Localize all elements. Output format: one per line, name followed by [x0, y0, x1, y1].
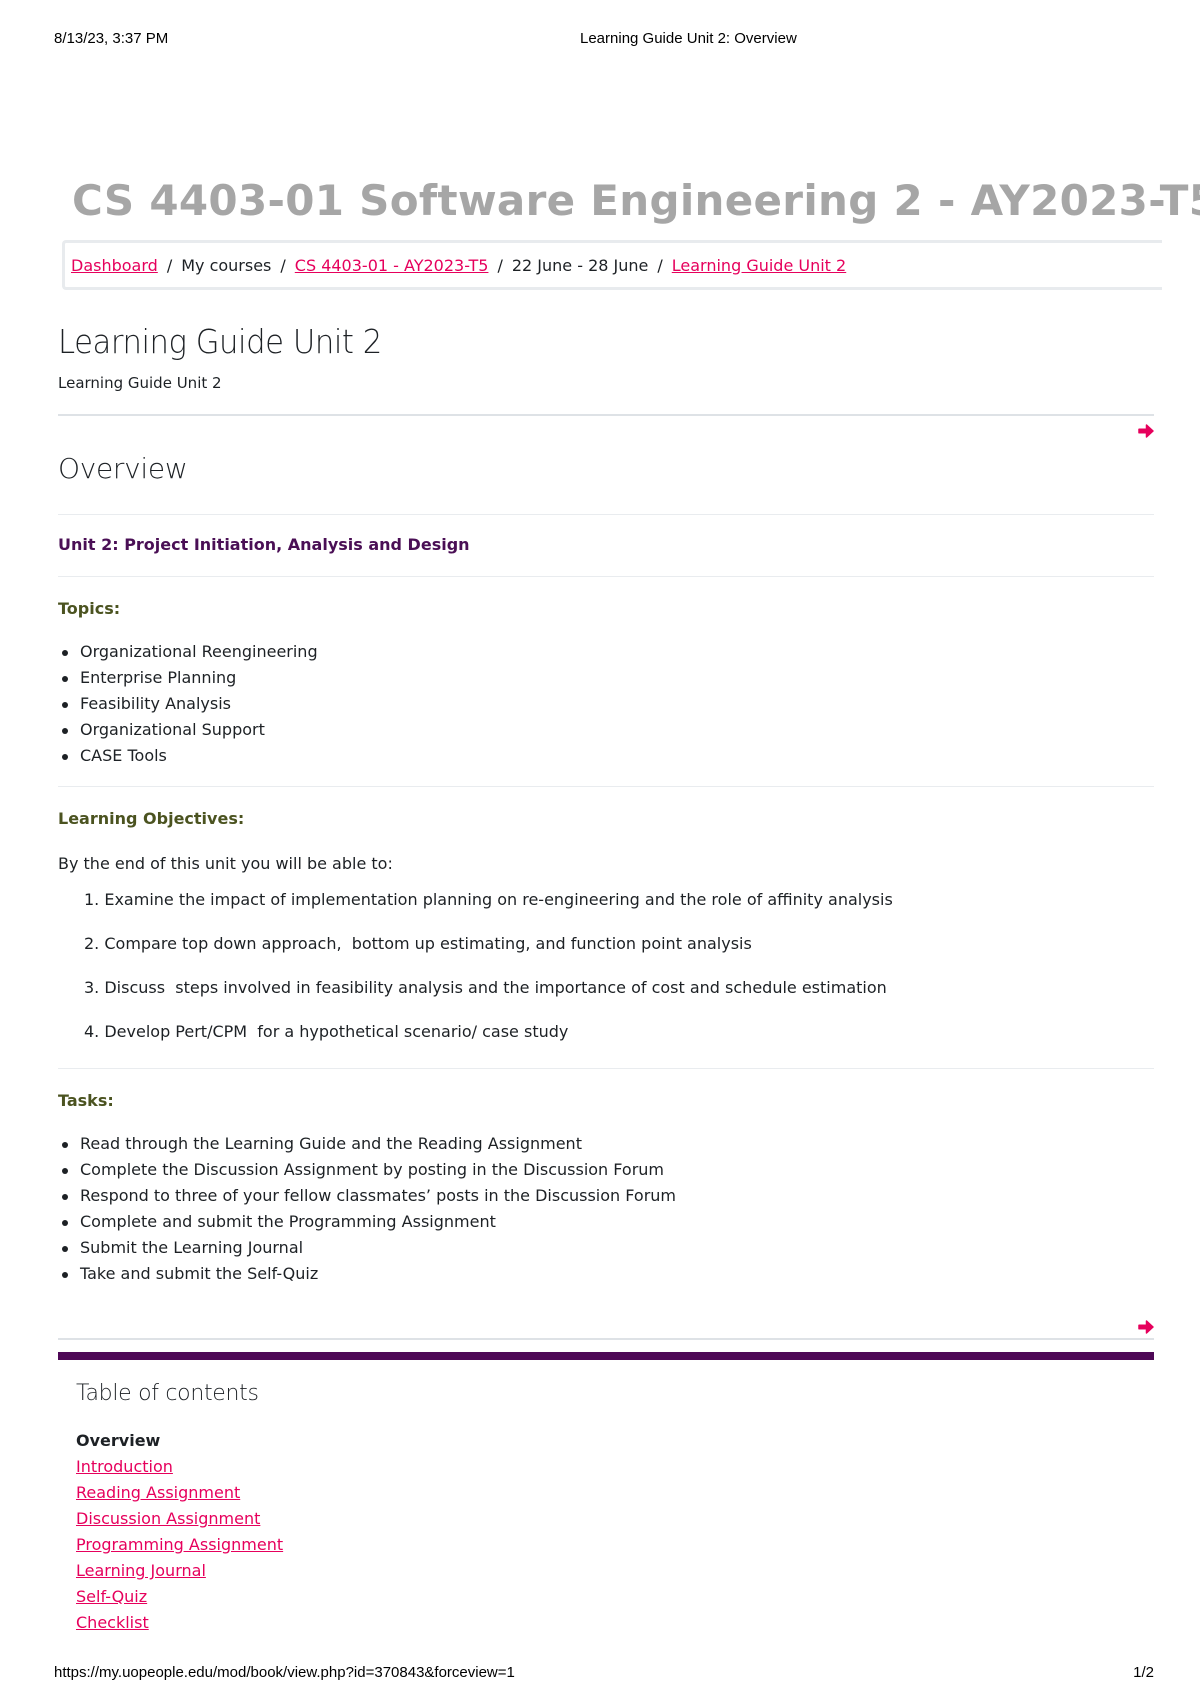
- print-url: https://my.uopeople.edu/mod/book/view.ph…: [54, 1664, 515, 1681]
- divider: [58, 414, 1154, 416]
- objective-item: 4. Develop Pert/CPM for a hypothetical s…: [84, 1022, 569, 1041]
- tasks-list: Read through the Learning Guide and the …: [58, 1131, 676, 1287]
- topic-item: Enterprise Planning: [58, 665, 318, 691]
- objective-item: 1. Examine the impact of implementation …: [84, 890, 893, 909]
- print-datetime: 8/13/23, 3:37 PM: [54, 30, 169, 47]
- toc-link-discussion-assignment[interactable]: Discussion Assignment: [76, 1506, 283, 1532]
- chapter-title: Overview: [58, 452, 188, 485]
- breadcrumb: Dashboard / My courses / CS 4403-01 - AY…: [62, 240, 1162, 290]
- toc-list: Overview Introduction Reading Assignment…: [76, 1428, 283, 1636]
- breadcrumb-separator: /: [166, 255, 173, 275]
- unit-title: Unit 2: Project Initiation, Analysis and…: [58, 535, 470, 554]
- toc-link-introduction[interactable]: Introduction: [76, 1454, 283, 1480]
- tasks-heading: Tasks:: [58, 1091, 114, 1110]
- task-item: Respond to three of your fellow classmat…: [58, 1183, 676, 1209]
- toc-link-checklist[interactable]: Checklist: [76, 1610, 283, 1636]
- topic-item: Organizational Support: [58, 717, 318, 743]
- toc-item-current: Overview: [76, 1431, 161, 1450]
- objective-item: 3. Discuss steps involved in feasibility…: [84, 978, 887, 997]
- task-item: Read through the Learning Guide and the …: [58, 1131, 676, 1157]
- print-header: 8/13/23, 3:37 PM Learning Guide Unit 2: …: [0, 30, 1200, 50]
- arrow-right-icon: [1138, 1320, 1154, 1334]
- page-title: Learning Guide Unit 2: [58, 322, 382, 361]
- toc-link-reading-assignment[interactable]: Reading Assignment: [76, 1480, 283, 1506]
- task-item: Complete and submit the Programming Assi…: [58, 1209, 676, 1235]
- objectives-heading: Learning Objectives:: [58, 809, 245, 828]
- topic-item: CASE Tools: [58, 743, 318, 769]
- objective-item: 2. Compare top down approach, bottom up …: [84, 934, 752, 953]
- breadcrumb-week: 22 June - 28 June: [511, 255, 649, 275]
- print-footer: https://my.uopeople.edu/mod/book/view.ph…: [0, 1664, 1200, 1684]
- task-item: Complete the Discussion Assignment by po…: [58, 1157, 676, 1183]
- print-page-number: 1/2: [1133, 1664, 1154, 1681]
- course-title: CS 4403-01 Software Engineering 2 - AY20…: [72, 176, 1200, 225]
- task-item: Submit the Learning Journal: [58, 1235, 676, 1261]
- breadcrumb-learning-guide[interactable]: Learning Guide Unit 2: [672, 256, 846, 275]
- breadcrumb-course[interactable]: CS 4403-01 - AY2023-T5: [295, 256, 489, 275]
- objectives-intro: By the end of this unit you will be able…: [58, 854, 393, 873]
- arrow-right-icon: [1138, 424, 1154, 438]
- next-chapter-button-bottom[interactable]: [1137, 1318, 1155, 1336]
- topics-list: Organizational Reengineering Enterprise …: [58, 639, 318, 769]
- breadcrumb-my-courses: My courses: [181, 255, 272, 275]
- topics-heading: Topics:: [58, 599, 121, 618]
- toc-link-programming-assignment[interactable]: Programming Assignment: [76, 1532, 283, 1558]
- task-item: Take and submit the Self-Quiz: [58, 1261, 676, 1287]
- breadcrumb-separator: /: [497, 255, 503, 275]
- topic-item: Feasibility Analysis: [58, 691, 318, 717]
- print-page-title: Learning Guide Unit 2: Overview: [580, 30, 797, 47]
- toc-link-self-quiz[interactable]: Self-Quiz: [76, 1584, 283, 1610]
- toc-link-learning-journal[interactable]: Learning Journal: [76, 1558, 283, 1584]
- divider: [58, 786, 1154, 787]
- toc-top-bar: [58, 1352, 1154, 1360]
- page-subtitle: Learning Guide Unit 2: [58, 374, 222, 392]
- divider: [58, 514, 1154, 515]
- divider: [58, 1068, 1154, 1069]
- objectives-list: 1. Examine the impact of implementation …: [58, 890, 893, 1066]
- topic-item: Organizational Reengineering: [58, 639, 318, 665]
- breadcrumb-separator: /: [657, 255, 663, 275]
- next-chapter-button[interactable]: [1137, 422, 1155, 440]
- breadcrumb-separator: /: [280, 255, 286, 275]
- toc-title: Table of contents: [76, 1381, 259, 1406]
- breadcrumb-dashboard[interactable]: Dashboard: [71, 256, 158, 275]
- divider: [58, 1338, 1154, 1340]
- divider: [58, 576, 1154, 577]
